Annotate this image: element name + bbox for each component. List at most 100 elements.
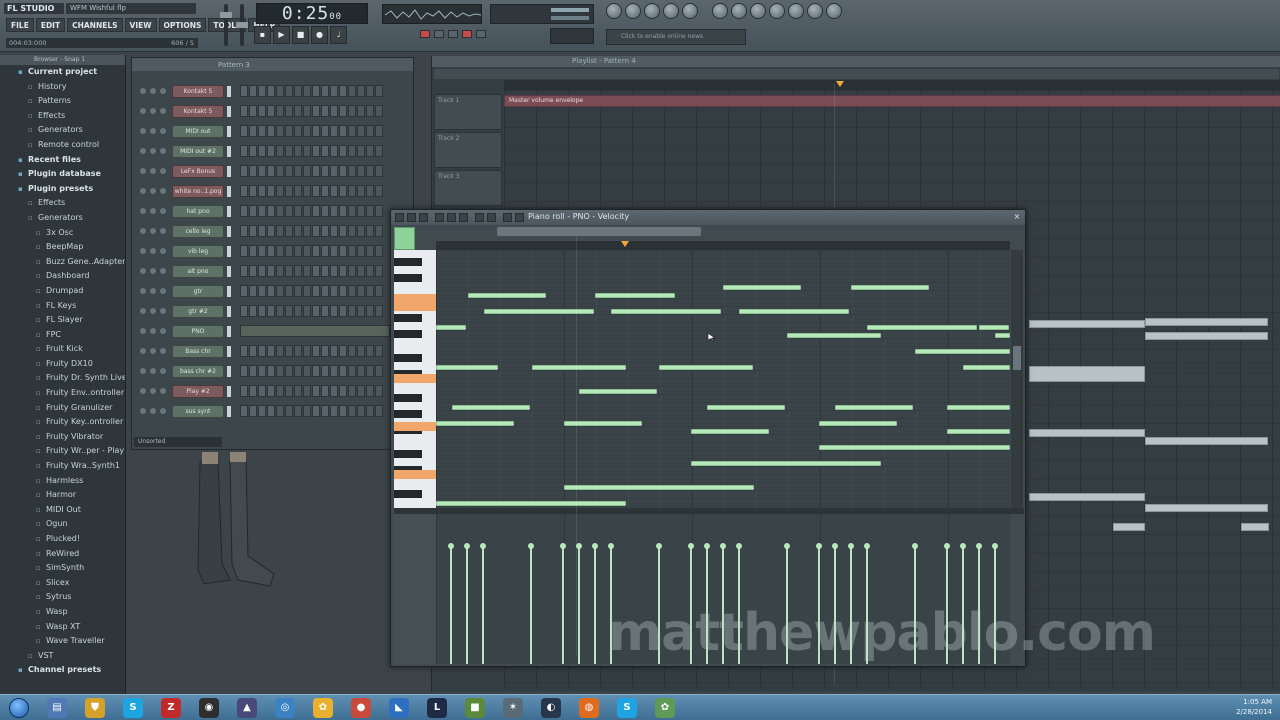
browser-item[interactable]: ▫ Fruity Granulizer: [0, 401, 125, 416]
step-button[interactable]: [240, 305, 248, 317]
playback-tool-icon[interactable]: [487, 213, 496, 222]
step-button[interactable]: [375, 165, 383, 177]
step-button[interactable]: [294, 105, 302, 117]
step-button[interactable]: [321, 405, 329, 417]
step-button[interactable]: [249, 345, 257, 357]
velocity-handle[interactable]: [816, 543, 822, 549]
browser-item[interactable]: ▫ Fruity Wra..Synth1: [0, 459, 125, 474]
step-button[interactable]: [312, 245, 320, 257]
step-button[interactable]: [294, 405, 302, 417]
pan-knob[interactable]: [150, 188, 156, 194]
step-button[interactable]: [330, 265, 338, 277]
channel-name-button[interactable]: white no..1.pog: [172, 185, 224, 198]
volume-knob[interactable]: [160, 108, 166, 114]
playlist-window-button[interactable]: [606, 3, 622, 19]
highlighted-key[interactable]: [394, 470, 436, 479]
velocity-handle[interactable]: [864, 543, 870, 549]
channel-select-indicator[interactable]: [227, 166, 231, 177]
tool-button-5[interactable]: [788, 3, 804, 19]
tempo-button[interactable]: ♩: [330, 26, 347, 44]
step-button[interactable]: [375, 125, 383, 137]
browser-item[interactable]: ▫ Plucked!: [0, 532, 125, 547]
step-button[interactable]: [330, 385, 338, 397]
step-button[interactable]: [240, 85, 248, 97]
brush-tool-icon[interactable]: [407, 213, 416, 222]
step-button[interactable]: [312, 125, 320, 137]
step-button[interactable]: [357, 185, 365, 197]
browser-item[interactable]: ▫ Harmless: [0, 474, 125, 489]
volume-knob[interactable]: [160, 88, 166, 94]
pattern-song-toggle[interactable]: ▪: [254, 26, 271, 44]
browser-item[interactable]: ▫ MIDI Out: [0, 503, 125, 518]
step-button[interactable]: [348, 105, 356, 117]
step-button[interactable]: [294, 225, 302, 237]
step-button[interactable]: [249, 385, 257, 397]
pan-knob[interactable]: [150, 168, 156, 174]
step-button[interactable]: [249, 365, 257, 377]
step-button[interactable]: [357, 85, 365, 97]
pan-knob[interactable]: [150, 208, 156, 214]
step-button[interactable]: [366, 285, 374, 297]
channel-color-swatch[interactable]: [394, 227, 415, 250]
volume-knob[interactable]: [160, 388, 166, 394]
step-button[interactable]: [240, 225, 248, 237]
step-button[interactable]: [285, 85, 293, 97]
step-button[interactable]: [357, 145, 365, 157]
step-button[interactable]: [240, 385, 248, 397]
channel-name-button[interactable]: gtr #2: [172, 305, 224, 318]
close-icon[interactable]: ×: [1012, 212, 1022, 222]
step-button[interactable]: [357, 125, 365, 137]
note[interactable]: [739, 309, 849, 314]
step-button[interactable]: [366, 225, 374, 237]
mute-led[interactable]: [140, 188, 146, 194]
step-button[interactable]: [267, 385, 275, 397]
step-button[interactable]: [321, 245, 329, 257]
browser-item[interactable]: ▫ Patterns: [0, 94, 125, 109]
vertical-scrollbar[interactable]: [1011, 250, 1023, 508]
step-button[interactable]: [276, 165, 284, 177]
step-button[interactable]: [348, 345, 356, 357]
browser-item[interactable]: ▪ Plugin database: [0, 167, 125, 182]
velocity-handle[interactable]: [832, 543, 838, 549]
step-button[interactable]: [267, 365, 275, 377]
note[interactable]: [452, 405, 530, 410]
keyboard-icon[interactable]: [515, 213, 524, 222]
step-button[interactable]: [303, 205, 311, 217]
step-button[interactable]: [375, 185, 383, 197]
menu-options[interactable]: OPTIONS: [158, 18, 207, 32]
note[interactable]: [659, 365, 753, 370]
velocity-handle[interactable]: [656, 543, 662, 549]
step-button[interactable]: [240, 365, 248, 377]
channel-select-indicator[interactable]: [227, 146, 231, 157]
step-button[interactable]: [267, 345, 275, 357]
note[interactable]: [819, 421, 897, 426]
taskbar-app[interactable]: ▤: [38, 695, 76, 720]
step-button[interactable]: [240, 185, 248, 197]
step-button[interactable]: [240, 285, 248, 297]
tool-button-6[interactable]: [807, 3, 823, 19]
step-button[interactable]: [276, 265, 284, 277]
step-button[interactable]: [249, 185, 257, 197]
channel-name-button[interactable]: hat pno: [172, 205, 224, 218]
step-button[interactable]: [285, 165, 293, 177]
step-button[interactable]: [249, 245, 257, 257]
step-button[interactable]: [276, 365, 284, 377]
step-button[interactable]: [303, 345, 311, 357]
channel-name-button[interactable]: cello leg: [172, 225, 224, 238]
step-button[interactable]: [339, 245, 347, 257]
mute-led[interactable]: [140, 128, 146, 134]
black-key[interactable]: [394, 330, 422, 338]
mute-led[interactable]: [140, 348, 146, 354]
step-button[interactable]: [240, 345, 248, 357]
step-button[interactable]: [357, 305, 365, 317]
step-button[interactable]: [375, 145, 383, 157]
mute-led[interactable]: [140, 388, 146, 394]
channel-name-button[interactable]: gtr: [172, 285, 224, 298]
taskbar-app[interactable]: ✶: [494, 695, 532, 720]
countdown-toggle[interactable]: [448, 30, 458, 38]
velocity-handle[interactable]: [608, 543, 614, 549]
taskbar-app[interactable]: ⛊: [76, 695, 114, 720]
step-button[interactable]: [366, 145, 374, 157]
step-button[interactable]: [348, 305, 356, 317]
mute-led[interactable]: [140, 288, 146, 294]
